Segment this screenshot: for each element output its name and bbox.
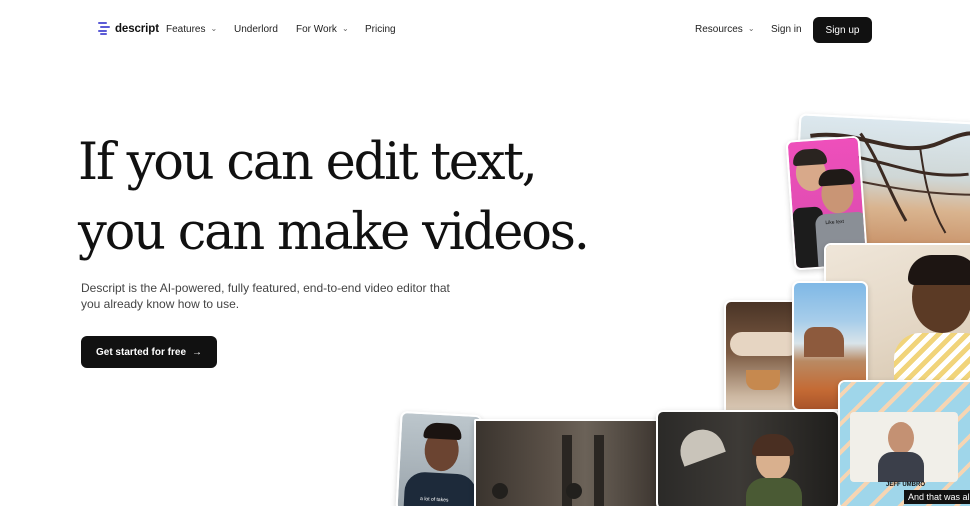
sign-in-link[interactable]: Sign in xyxy=(771,24,802,35)
headline-line-2: you can make videos. xyxy=(78,203,590,262)
nav-pricing[interactable]: Pricing xyxy=(365,24,396,35)
logo-text: descript xyxy=(115,22,159,35)
nav-underlord[interactable]: Underlord xyxy=(234,24,278,35)
video-call-thumbnail: JEFF UMBRO And that was all xyxy=(838,380,970,506)
chevron-down-icon: ⌄ xyxy=(210,24,218,33)
hero-headline: If you can edit text, you can make video… xyxy=(78,128,590,268)
speaker-video-thumbnail: a lot of takes xyxy=(395,410,483,506)
nav-features-label: Features xyxy=(166,24,206,35)
shirt-text: Like text xyxy=(825,218,845,227)
arrow-right-icon: → xyxy=(192,346,203,358)
chevron-down-icon: ⌄ xyxy=(341,24,349,33)
name-tag: JEFF UMBRO xyxy=(886,482,925,488)
nav-features[interactable]: Features ⌄ xyxy=(166,24,217,35)
chevron-down-icon: ⌄ xyxy=(747,24,755,33)
descript-logo-icon xyxy=(98,22,110,35)
nav-underlord-label: Underlord xyxy=(234,24,278,35)
nav-resources-label: Resources xyxy=(695,24,743,35)
nav-for-work-label: For Work xyxy=(296,24,337,35)
nav-pricing-label: Pricing xyxy=(365,24,396,35)
nav-for-work[interactable]: For Work ⌄ xyxy=(296,24,349,35)
nav-resources[interactable]: Resources ⌄ xyxy=(695,24,755,35)
sign-in-label: Sign in xyxy=(771,24,802,35)
hero-subtitle: Descript is the AI-powered, fully featur… xyxy=(81,281,450,311)
get-started-label: Get started for free xyxy=(95,346,187,358)
sign-up-button[interactable]: Sign up xyxy=(813,17,872,43)
podcast-video-thumbnail xyxy=(656,410,840,506)
get-started-button[interactable]: Get started for free → xyxy=(81,336,217,368)
video-subtitle: And that was all xyxy=(908,492,970,502)
top-nav: descript Features ⌄ Underlord For Work ⌄… xyxy=(0,0,970,60)
studio-video-thumbnail xyxy=(474,419,660,506)
descript-logo[interactable]: descript xyxy=(98,22,159,35)
headline-line-1: If you can edit text, xyxy=(78,133,538,192)
